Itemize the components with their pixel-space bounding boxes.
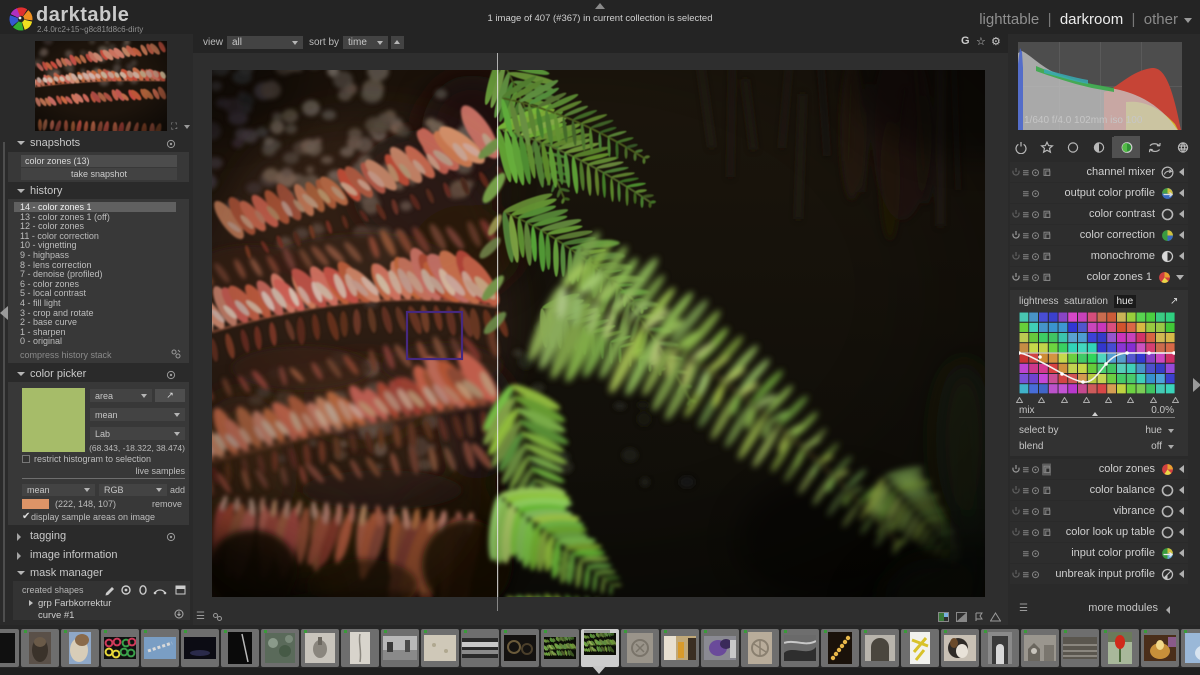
svg-text:1/640 f/4.0 102mm iso 100: 1/640 f/4.0 102mm iso 100	[1024, 115, 1143, 126]
